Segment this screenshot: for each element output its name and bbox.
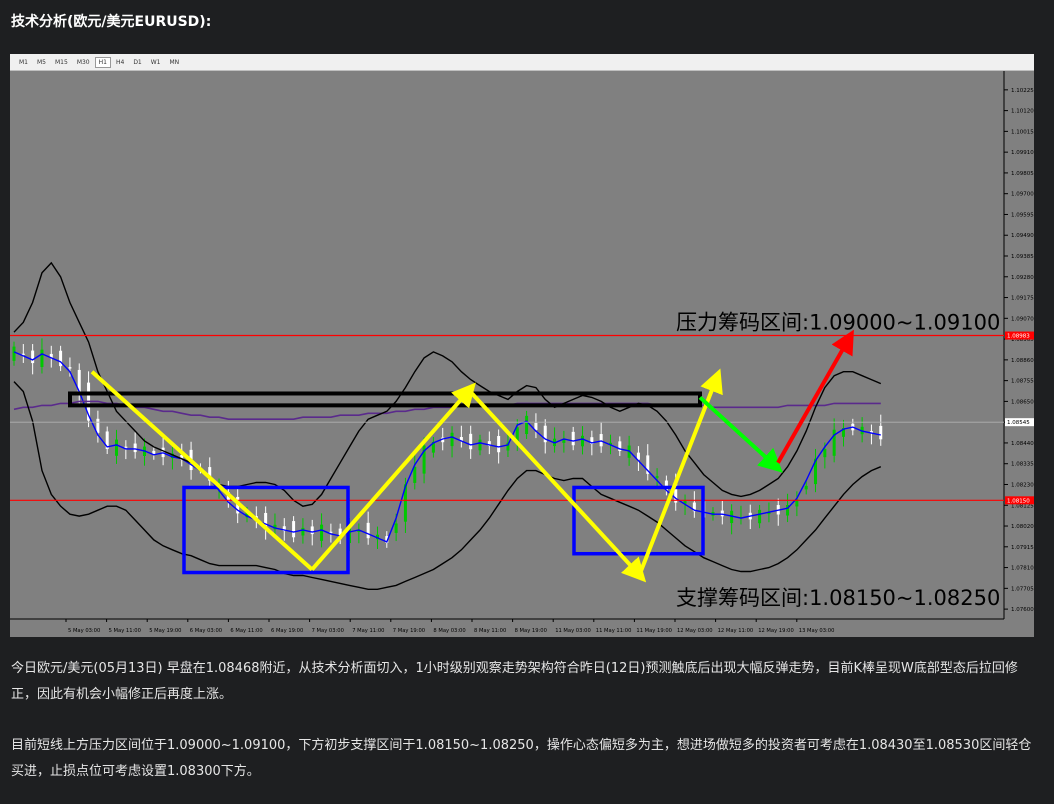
y-tick-label: 1.07600 bbox=[1011, 607, 1034, 613]
x-tick-label: 5 May 03:00 bbox=[68, 628, 100, 634]
y-tick-label: 1.10120 bbox=[1011, 109, 1034, 115]
timeframe-m5[interactable]: M5 bbox=[33, 57, 50, 68]
y-tick-label: 1.09490 bbox=[1011, 233, 1034, 239]
analysis-paragraph-1: 今日欧元/美元(05月13日) 早盘在1.08468附近，从技术分析面切入，1小… bbox=[11, 661, 1018, 702]
y-tick-label: 1.09385 bbox=[1011, 254, 1034, 260]
y-tick-label: 1.07705 bbox=[1011, 586, 1034, 592]
y-tick-label: 1.07915 bbox=[1011, 545, 1034, 551]
candle-body bbox=[823, 449, 827, 458]
support-price-tag: 1.08150 bbox=[1007, 498, 1030, 504]
timeframe-mn[interactable]: MN bbox=[166, 57, 184, 68]
candle-body bbox=[758, 509, 762, 524]
x-tick-label: 11 May 03:00 bbox=[555, 628, 591, 634]
x-tick-label: 5 May 11:00 bbox=[109, 628, 141, 634]
candle-body bbox=[879, 425, 883, 440]
candle-body bbox=[534, 422, 538, 431]
candle-body bbox=[124, 446, 128, 448]
candle-body bbox=[655, 476, 659, 478]
x-tick-label: 12 May 03:00 bbox=[677, 628, 713, 634]
x-tick-label: 7 May 19:00 bbox=[393, 628, 425, 634]
chart-background bbox=[10, 71, 1034, 637]
chart-frame: M1 M5 M15 M30 H1 H4 D1 W1 MN 1.10225 1.10120 1.100… bbox=[10, 54, 1034, 637]
candle-body bbox=[394, 523, 398, 533]
candle-body bbox=[21, 353, 25, 355]
x-tick-label: 6 May 11:00 bbox=[230, 628, 262, 634]
candle-body bbox=[31, 350, 35, 364]
timeframe-m15[interactable]: M15 bbox=[51, 57, 72, 68]
x-tick-label: 6 May 03:00 bbox=[190, 628, 222, 634]
candle-body bbox=[115, 439, 119, 456]
candle-body bbox=[133, 443, 137, 453]
x-tick-label: 11 May 19:00 bbox=[636, 628, 672, 634]
candle-body bbox=[413, 466, 417, 483]
candle-body bbox=[310, 526, 314, 535]
candle-body bbox=[720, 510, 724, 517]
candle-body bbox=[96, 418, 100, 433]
x-tick-label: 8 May 19:00 bbox=[515, 628, 547, 634]
resistance-zone-label: 压力筹码区间:1.09000~1.09100 bbox=[676, 311, 1000, 335]
candle-body bbox=[320, 524, 324, 541]
candle-body bbox=[804, 485, 808, 490]
x-tick-label: 12 May 11:00 bbox=[718, 628, 754, 634]
y-tick-label: 1.08440 bbox=[1011, 441, 1034, 447]
y-tick-label: 1.07810 bbox=[1011, 566, 1034, 572]
x-tick-label: 5 May 19:00 bbox=[149, 628, 181, 634]
y-tick-label: 1.09070 bbox=[1011, 316, 1034, 322]
y-tick-label: 1.10015 bbox=[1011, 129, 1034, 135]
candle-body bbox=[301, 527, 305, 536]
timeframe-d1[interactable]: D1 bbox=[129, 57, 145, 68]
candle-body bbox=[581, 435, 585, 447]
candle-body bbox=[497, 436, 501, 453]
x-tick-label: 8 May 03:00 bbox=[433, 628, 465, 634]
y-tick-label: 1.08755 bbox=[1011, 379, 1034, 385]
page-heading: 技术分析(欧元/美元EURUSD): bbox=[11, 14, 212, 30]
y-tick-label: 1.09700 bbox=[1011, 192, 1034, 198]
current-price-tag: 1.08545 bbox=[1007, 420, 1030, 426]
y-tick-label: 1.09595 bbox=[1011, 212, 1034, 218]
x-tick-label: 11 May 11:00 bbox=[596, 628, 632, 634]
x-tick-label: 12 May 19:00 bbox=[758, 628, 794, 634]
support-zone-label: 支撑筹码区间:1.08150~1.08250 bbox=[676, 586, 1000, 610]
candle-body bbox=[599, 434, 603, 447]
candle-body bbox=[366, 522, 370, 539]
x-tick-label: 7 May 03:00 bbox=[312, 628, 344, 634]
timeframe-h4[interactable]: H4 bbox=[112, 57, 128, 68]
candle-body bbox=[478, 439, 482, 451]
y-tick-label: 1.08020 bbox=[1011, 524, 1034, 530]
candle-body bbox=[40, 349, 44, 367]
x-tick-label: 6 May 19:00 bbox=[271, 628, 303, 634]
y-tick-label: 1.08335 bbox=[1011, 462, 1034, 468]
timeframe-toolbar: M1 M5 M15 M30 H1 H4 D1 W1 MN bbox=[10, 54, 1034, 71]
candle-body bbox=[571, 431, 575, 446]
candle-body bbox=[450, 432, 454, 447]
timeframe-m1[interactable]: M1 bbox=[15, 57, 32, 68]
y-tick-label: 1.08860 bbox=[1011, 358, 1034, 364]
analysis-paragraph-2: 目前短线上方压力区间位于1.09000~1.09100，下方初步支撑区间于1.0… bbox=[11, 738, 1032, 779]
candle-body bbox=[469, 433, 473, 450]
candle-body bbox=[12, 346, 16, 361]
y-tick-label: 1.09280 bbox=[1011, 275, 1034, 281]
timeframe-m30[interactable]: M30 bbox=[73, 57, 94, 68]
y-tick-label: 1.08230 bbox=[1011, 482, 1034, 488]
timeframe-h1[interactable]: H1 bbox=[94, 56, 111, 68]
y-tick-label: 1.08650 bbox=[1011, 399, 1034, 405]
candle-body bbox=[292, 521, 296, 538]
x-tick-label: 13 May 03:00 bbox=[799, 628, 835, 634]
timeframe-w1[interactable]: W1 bbox=[147, 57, 165, 68]
y-tick-label: 1.10225 bbox=[1011, 88, 1034, 94]
y-tick-label: 1.09805 bbox=[1011, 171, 1034, 177]
resistance-price-tag: 1.08983 bbox=[1007, 334, 1030, 340]
candle-body bbox=[525, 415, 529, 435]
price-chart: 1.10225 1.10120 1.10015 1.09910 1.09805 1.097… bbox=[10, 71, 1034, 637]
x-tick-label: 7 May 11:00 bbox=[352, 628, 384, 634]
x-tick-label: 8 May 11:00 bbox=[474, 628, 506, 634]
y-tick-label: 1.09910 bbox=[1011, 150, 1034, 156]
candle-body bbox=[68, 367, 72, 369]
y-tick-label: 1.09175 bbox=[1011, 296, 1034, 302]
